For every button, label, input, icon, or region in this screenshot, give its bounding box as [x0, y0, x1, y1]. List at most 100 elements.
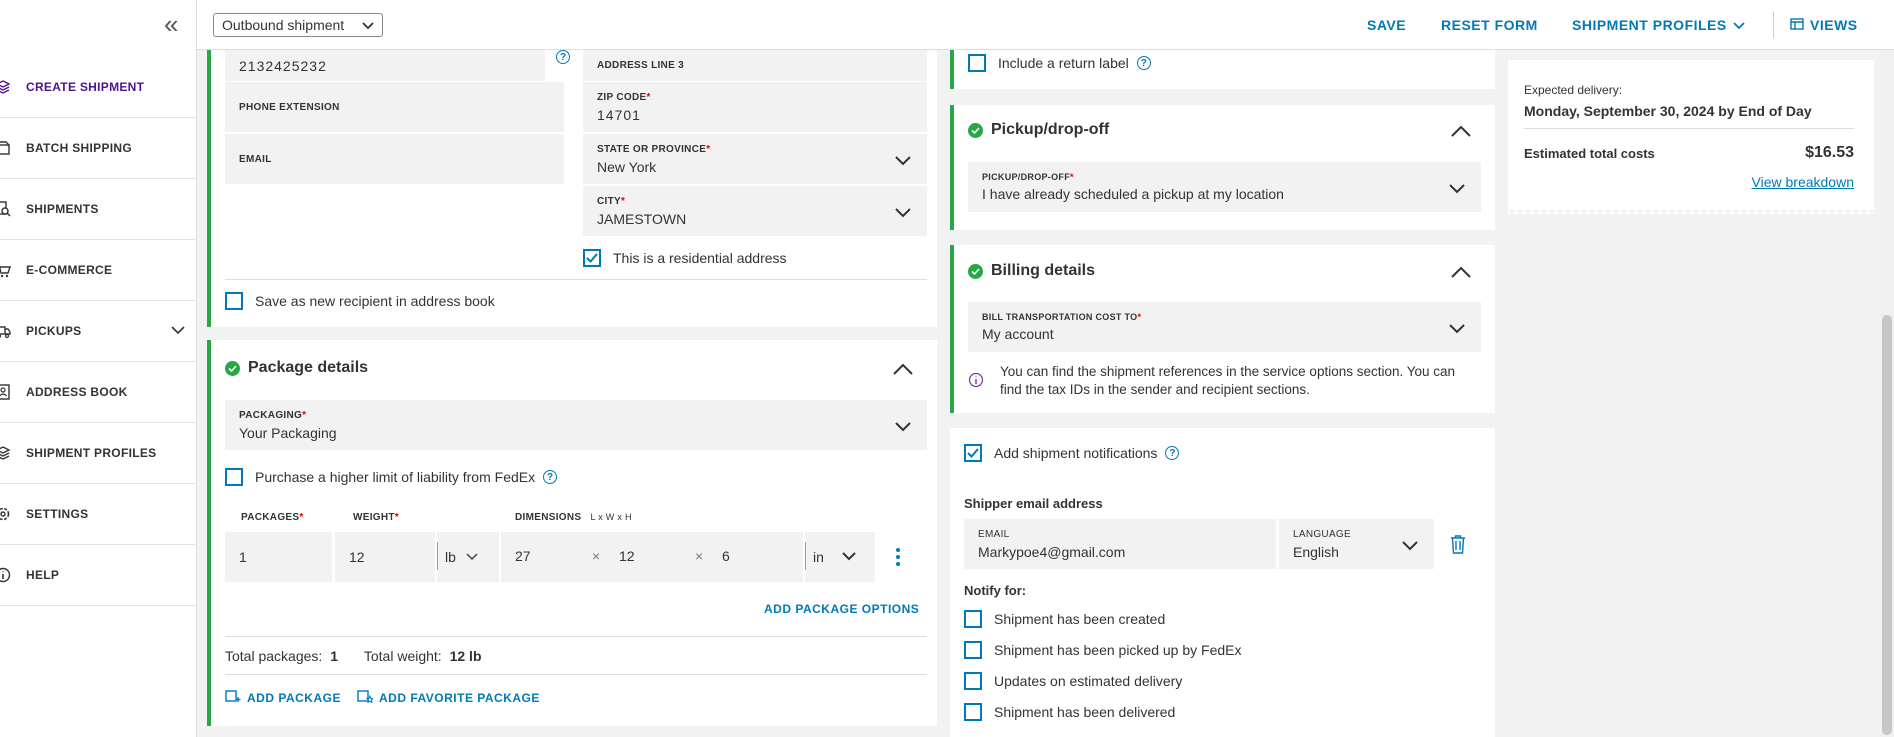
- dimensions-hint: L x W x H: [590, 512, 632, 522]
- layers-icon: [0, 78, 12, 96]
- search-doc-icon: [0, 200, 12, 218]
- expected-delivery-label: Expected delivery:: [1524, 83, 1623, 97]
- residential-address-row: This is a residential address: [583, 249, 787, 267]
- notify-option-row: Shipment has been picked up by FedEx: [964, 641, 1242, 659]
- add-notifications-row: Add shipment notifications ?: [964, 444, 1180, 462]
- view-breakdown-link[interactable]: View breakdown: [1752, 174, 1854, 190]
- return-label-row: Include a return label ?: [968, 54, 1151, 72]
- weight-unit-select[interactable]: lb: [437, 532, 499, 582]
- divider: [225, 636, 927, 637]
- help-icon[interactable]: ?: [1165, 446, 1180, 460]
- gear-icon: [0, 505, 12, 523]
- shipment-summary-card: Expected delivery: Monday, September 30,…: [1508, 60, 1874, 218]
- bill-to-value: My account: [982, 326, 1054, 342]
- phone-field[interactable]: 2132425232: [225, 50, 545, 81]
- sidebar-item-address-book[interactable]: ADDRESS BOOK: [0, 362, 197, 423]
- help-icon[interactable]: ?: [1136, 56, 1151, 70]
- add-package-options-button[interactable]: ADD PACKAGE OPTIONS: [764, 602, 919, 616]
- package-title-text: Package details: [248, 359, 369, 376]
- liability-checkbox[interactable]: [225, 468, 243, 486]
- chevron-up-icon[interactable]: [1451, 124, 1471, 142]
- sidebar-item-label: SHIPMENT PROFILES: [26, 446, 157, 460]
- add-notifications-label: Add shipment notifications: [994, 445, 1158, 461]
- weight-input[interactable]: 12: [335, 532, 435, 582]
- shipment-type-select[interactable]: Outbound shipment: [213, 13, 383, 37]
- bill-to-label: BILL TRANSPORTATION COST TO: [982, 312, 1138, 322]
- add-package-label: ADD PACKAGE: [247, 690, 341, 705]
- save-recipient-checkbox[interactable]: [225, 292, 243, 310]
- sidebar-item-help[interactable]: HELP: [0, 545, 197, 606]
- save-recipient-row: Save as new recipient in address book: [225, 292, 495, 310]
- reset-form-button[interactable]: RESET FORM: [1441, 17, 1538, 33]
- truck-icon: [0, 322, 12, 340]
- language-select[interactable]: LANGUAGE English: [1279, 519, 1434, 569]
- add-favorite-label: ADD FAVORITE PACKAGE: [379, 690, 540, 705]
- city-select[interactable]: CITY* JAMESTOWN: [583, 186, 927, 236]
- chevron-down-icon[interactable]: [171, 323, 185, 337]
- sidebar-item-settings[interactable]: SETTINGS: [0, 484, 197, 545]
- notify-created-checkbox[interactable]: [964, 610, 982, 628]
- help-icon[interactable]: ?: [543, 470, 558, 484]
- total-packages-label: Total packages:: [225, 648, 323, 664]
- zip-code-field[interactable]: ZIP CODE* 14701: [583, 82, 927, 132]
- trash-icon[interactable]: [1450, 535, 1466, 559]
- chevron-down-icon: [895, 419, 911, 437]
- views-button[interactable]: VIEWS: [1790, 17, 1858, 33]
- add-package-button[interactable]: ADD PACKAGE: [225, 689, 341, 706]
- notify-option-row: Updates on estimated delivery: [964, 672, 1182, 690]
- packages-input[interactable]: 1: [225, 532, 332, 582]
- add-favorite-package-button[interactable]: ADD FAVORITE PACKAGE: [357, 689, 540, 706]
- phone-extension-field[interactable]: PHONE EXTENSION: [225, 82, 564, 132]
- notify-picked-up-checkbox[interactable]: [964, 641, 982, 659]
- state-select[interactable]: STATE OR PROVINCE* New York: [583, 134, 927, 184]
- dimension-width-value: 12: [619, 548, 635, 564]
- add-notifications-checkbox[interactable]: [964, 444, 982, 462]
- total-packages-value: 1: [330, 648, 338, 664]
- packaging-select[interactable]: PACKAGING* Your Packaging: [225, 400, 927, 450]
- packaging-value: Your Packaging: [239, 425, 337, 441]
- sidebar-nav: CREATE SHIPMENT BATCH SHIPPING SHIPMENTS…: [0, 57, 197, 606]
- estimated-costs-value: $16.53: [1805, 144, 1854, 161]
- residential-checkbox[interactable]: [583, 249, 601, 267]
- billing-title: Billing details: [968, 262, 1095, 280]
- bill-to-select[interactable]: BILL TRANSPORTATION COST TO* My account: [968, 302, 1481, 352]
- pickup-title-text: Pickup/drop-off: [991, 121, 1110, 138]
- chevron-up-icon[interactable]: [1451, 265, 1471, 283]
- collapse-sidebar-icon[interactable]: «: [164, 11, 178, 37]
- sidebar-item-label: SHIPMENTS: [26, 202, 99, 216]
- divider: [225, 279, 927, 280]
- notify-estimated-checkbox[interactable]: [964, 672, 982, 690]
- add-box-icon: [225, 689, 241, 706]
- sidebar-item-shipment-profiles[interactable]: SHIPMENT PROFILES: [0, 423, 197, 484]
- scrollbar-thumb[interactable]: [1882, 315, 1892, 735]
- save-button[interactable]: SAVE: [1367, 17, 1406, 33]
- return-label-checkbox[interactable]: [968, 54, 986, 72]
- state-value: New York: [597, 159, 657, 175]
- help-icon[interactable]: ?: [556, 50, 570, 64]
- notification-email-field[interactable]: EMAIL Markypoe4@gmail.com: [964, 519, 1276, 569]
- dimensions-input[interactable]: 27 × 12 × 6: [501, 532, 803, 582]
- pickup-select[interactable]: PICKUP/DROP-OFF* I have already schedule…: [968, 162, 1481, 212]
- add-package-options-label: ADD PACKAGE OPTIONS: [764, 602, 920, 616]
- sidebar-item-e-commerce[interactable]: E-COMMERCE: [0, 240, 197, 301]
- shipment-profiles-button[interactable]: SHIPMENT PROFILES: [1572, 17, 1745, 33]
- profiles-label: SHIPMENT PROFILES: [1572, 17, 1727, 33]
- info-icon: [0, 566, 12, 584]
- dimension-length-value: 27: [515, 548, 531, 564]
- more-options-icon[interactable]: [895, 547, 901, 572]
- language-value: English: [1293, 544, 1339, 560]
- notify-delivered-checkbox[interactable]: [964, 703, 982, 721]
- chevron-up-icon[interactable]: [893, 362, 913, 380]
- sidebar-item-shipments[interactable]: SHIPMENTS: [0, 179, 197, 240]
- sidebar-item-pickups[interactable]: PICKUPS: [0, 301, 197, 362]
- chevron-down-icon: [895, 153, 911, 171]
- email-field[interactable]: EMAIL: [225, 134, 564, 184]
- notify-option-label: Updates on estimated delivery: [994, 673, 1183, 689]
- dimension-unit-select[interactable]: in: [805, 532, 875, 582]
- notification-email-value: Markypoe4@gmail.com: [978, 544, 1126, 560]
- city-value: JAMESTOWN: [597, 211, 687, 227]
- address-line-3-field[interactable]: ADDRESS LINE 3: [583, 50, 927, 81]
- state-label: STATE OR PROVINCE: [597, 144, 707, 155]
- sidebar-item-batch-shipping[interactable]: BATCH SHIPPING: [0, 118, 197, 179]
- sidebar-item-create-shipment[interactable]: CREATE SHIPMENT: [0, 57, 197, 118]
